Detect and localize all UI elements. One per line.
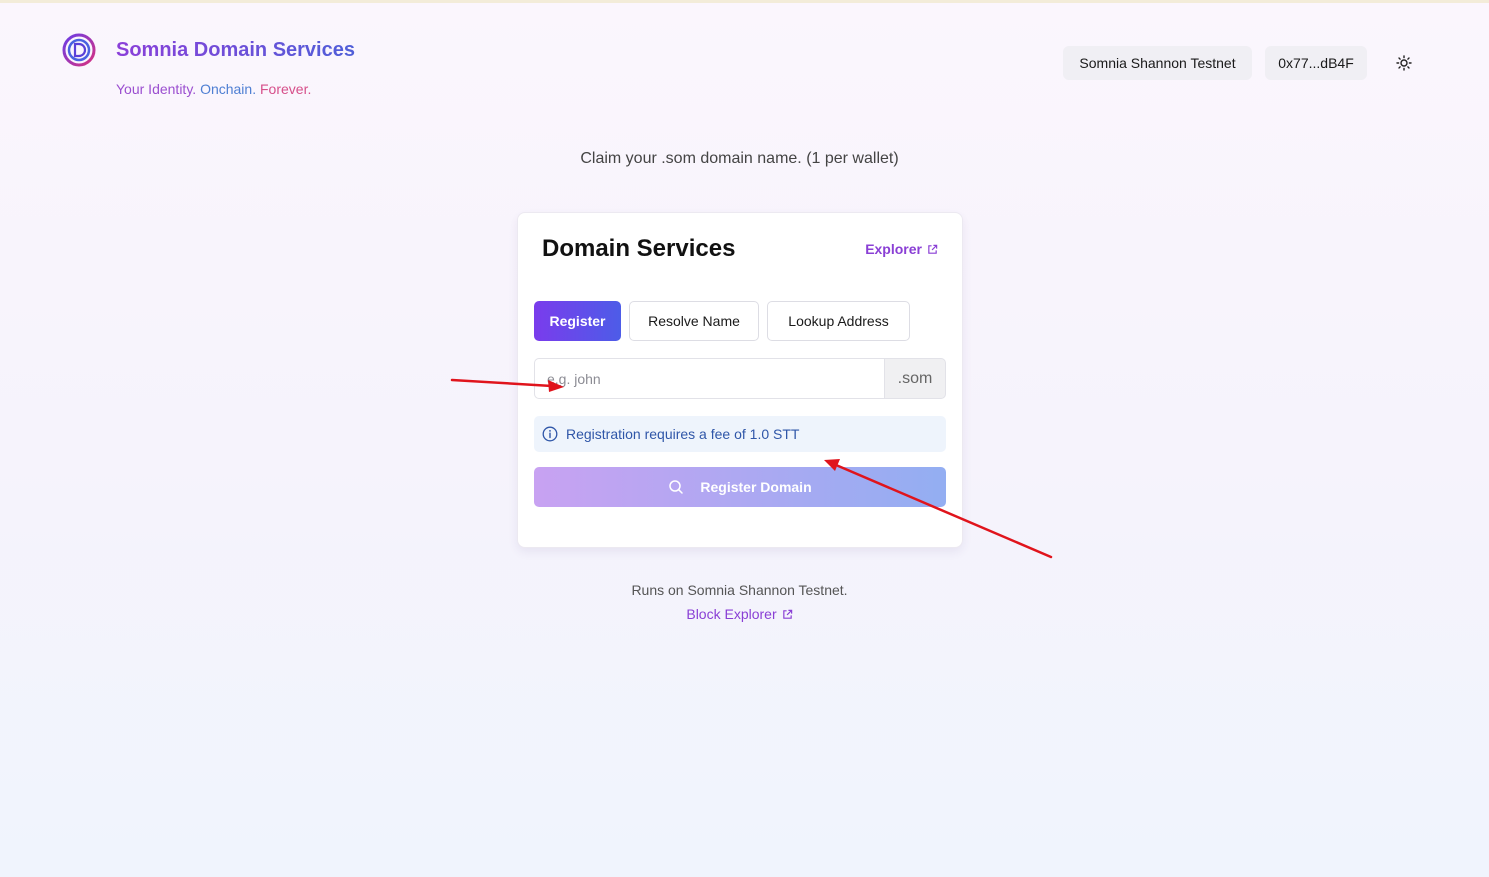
explorer-link-label: Explorer bbox=[865, 241, 922, 257]
wallet-account-button[interactable]: 0x77...dB4F bbox=[1265, 46, 1367, 80]
brand-title[interactable]: Somnia Domain Services bbox=[116, 39, 355, 62]
tagline: Your Identity. Onchain. Forever. bbox=[116, 81, 311, 97]
network-selector-button[interactable]: Somnia Shannon Testnet bbox=[1063, 46, 1252, 80]
tab-register[interactable]: Register bbox=[534, 301, 621, 341]
sun-icon bbox=[1396, 55, 1412, 71]
tagline-part-1: Your Identity. bbox=[116, 81, 197, 97]
info-icon bbox=[542, 426, 558, 442]
block-explorer-label: Block Explorer bbox=[686, 606, 777, 622]
domain-input-group: .som bbox=[534, 358, 946, 399]
tagline-part-3: Forever. bbox=[260, 81, 312, 97]
tagline-part-2: Onchain. bbox=[200, 81, 257, 97]
external-link-icon bbox=[927, 244, 938, 255]
footer-network-note: Runs on Somnia Shannon Testnet. bbox=[631, 582, 848, 598]
tab-resolve-name[interactable]: Resolve Name bbox=[629, 301, 759, 341]
claim-instruction: Claim your .som domain name. (1 per wall… bbox=[580, 150, 899, 167]
explorer-link[interactable]: Explorer bbox=[865, 241, 938, 257]
card-title: Domain Services bbox=[542, 235, 736, 262]
external-link-icon bbox=[782, 609, 793, 620]
fee-notice: Registration requires a fee of 1.0 STT bbox=[534, 416, 946, 452]
register-domain-button[interactable]: Register Domain bbox=[534, 467, 946, 507]
theme-toggle-button[interactable] bbox=[1391, 51, 1417, 75]
domain-suffix-label: .som bbox=[884, 358, 946, 399]
register-domain-label: Register Domain bbox=[700, 479, 812, 495]
block-explorer-link[interactable]: Block Explorer bbox=[686, 606, 792, 622]
fee-notice-text: Registration requires a fee of 1.0 STT bbox=[566, 426, 800, 442]
top-border-line bbox=[0, 0, 1489, 3]
domain-name-input[interactable] bbox=[534, 358, 884, 399]
logo-icon[interactable] bbox=[62, 33, 96, 67]
tab-lookup-address[interactable]: Lookup Address bbox=[767, 301, 910, 341]
brand-header: Somnia Domain Services Your Identity. On… bbox=[62, 32, 462, 104]
search-icon bbox=[668, 479, 684, 495]
domain-services-card: Domain Services Explorer Register Resolv… bbox=[517, 212, 963, 548]
footer-link-row: Block Explorer bbox=[0, 606, 1479, 622]
